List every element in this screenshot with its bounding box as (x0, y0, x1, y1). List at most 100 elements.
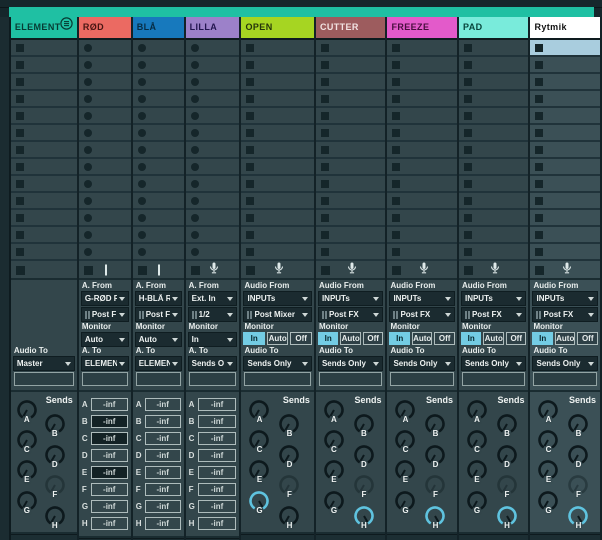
audio-from-dropdown[interactable]: G-RØD R (81, 291, 129, 306)
clip-stop-button[interactable] (464, 197, 472, 205)
send-amount-field[interactable]: -inf (145, 500, 181, 513)
input-channel-dropdown[interactable]: Post FX (318, 307, 384, 322)
send-knob-f[interactable]: F (277, 473, 301, 497)
clip-stop-button[interactable] (392, 197, 400, 205)
send-knob-b[interactable]: B (423, 412, 447, 436)
clip-slot[interactable] (186, 57, 240, 74)
clip-slot[interactable] (79, 57, 131, 74)
send-amount-field[interactable]: -inf (91, 500, 128, 513)
monitor-auto-button[interactable]: Auto (267, 332, 288, 345)
clip-stop-button[interactable] (246, 248, 254, 256)
clip-slot[interactable] (530, 244, 600, 261)
stop-all-clips-button[interactable] (84, 266, 93, 275)
audio-to-dropdown[interactable]: Sends Only (532, 356, 598, 371)
clip-slot[interactable] (133, 142, 184, 159)
send-amount-field[interactable]: -inf (145, 483, 181, 496)
track-header-rød[interactable]: RØD (79, 17, 131, 40)
clip-stop-button[interactable] (535, 112, 543, 120)
clip-slot[interactable] (186, 91, 240, 108)
clip-slot[interactable] (133, 74, 184, 91)
audio-to-dropdown[interactable]: Sends Only (243, 356, 311, 371)
clip-slot[interactable] (316, 159, 386, 176)
clip-record-button[interactable] (191, 231, 199, 239)
send-amount-field[interactable]: -inf (198, 432, 237, 445)
clip-slot[interactable] (11, 244, 77, 261)
clip-stop-button[interactable] (246, 112, 254, 120)
clip-stop-button[interactable] (464, 163, 472, 171)
send-knob-e[interactable]: E (15, 458, 39, 482)
clip-stop-button[interactable] (321, 197, 329, 205)
clip-record-button[interactable] (84, 61, 92, 69)
clip-slot[interactable] (241, 244, 313, 261)
track-header-blå[interactable]: BLÅ (133, 17, 184, 40)
audio-from-dropdown[interactable]: INPUTs (461, 291, 527, 306)
track-delay-field[interactable] (136, 372, 181, 386)
clip-slot[interactable] (316, 125, 386, 142)
clip-slot[interactable] (387, 193, 457, 210)
clip-record-button[interactable] (191, 163, 199, 171)
send-knob-a[interactable]: A (247, 398, 271, 422)
clip-record-button[interactable] (138, 146, 146, 154)
clip-slot[interactable] (459, 159, 529, 176)
input-channel-dropdown[interactable]: Post FX (532, 307, 598, 322)
clip-stop-button[interactable] (246, 180, 254, 188)
clip-slot[interactable] (530, 74, 600, 91)
clip-slot[interactable] (133, 91, 184, 108)
clip-stop-button[interactable] (464, 231, 472, 239)
send-knob-b[interactable]: B (277, 412, 301, 436)
clip-slot[interactable] (459, 210, 529, 227)
clip-slot[interactable] (241, 91, 313, 108)
send-knob-h[interactable]: H (277, 504, 301, 528)
clip-slot[interactable] (241, 125, 313, 142)
send-knob-c[interactable]: C (536, 428, 560, 452)
clip-slot[interactable] (79, 40, 131, 57)
clip-slot[interactable] (387, 74, 457, 91)
clip-slot[interactable] (387, 210, 457, 227)
send-amount-field[interactable]: -inf (198, 449, 237, 462)
clip-stop-button[interactable] (392, 129, 400, 137)
send-knob-e[interactable]: E (247, 458, 271, 482)
monitor-dropdown[interactable]: Auto (81, 332, 129, 347)
clip-record-button[interactable] (84, 44, 92, 52)
send-amount-field[interactable]: -inf (198, 500, 237, 513)
clip-slot[interactable] (387, 244, 457, 261)
clip-slot[interactable] (186, 227, 240, 244)
clip-slot[interactable] (133, 210, 184, 227)
clip-slot[interactable] (186, 244, 240, 261)
audio-to-dropdown[interactable]: Sends Only (389, 356, 455, 371)
clip-slot[interactable] (530, 91, 600, 108)
send-knob-g[interactable]: G (536, 489, 560, 513)
clip-stop-button[interactable] (464, 112, 472, 120)
stop-all-clips-button[interactable] (392, 266, 401, 275)
send-knob-g[interactable]: G (15, 489, 39, 513)
input-channel-dropdown[interactable]: Post Mixer (243, 307, 311, 322)
clip-slot[interactable] (79, 244, 131, 261)
clip-record-button[interactable] (84, 78, 92, 86)
clip-slot[interactable] (459, 40, 529, 57)
clip-stop-button[interactable] (392, 44, 400, 52)
clip-stop-button[interactable] (535, 248, 543, 256)
clip-stop-button[interactable] (246, 61, 254, 69)
stop-all-clips-button[interactable] (321, 266, 330, 275)
stop-all-clips-button[interactable] (191, 266, 200, 275)
clip-slot[interactable] (316, 210, 386, 227)
send-amount-field[interactable]: -inf (91, 483, 128, 496)
clip-slot[interactable] (387, 91, 457, 108)
clip-stop-button[interactable] (321, 78, 329, 86)
track-delay-field[interactable] (244, 372, 310, 386)
clip-slot[interactable] (133, 227, 184, 244)
clip-slot[interactable] (241, 176, 313, 193)
audio-to-dropdown[interactable]: Sends Only (461, 356, 527, 371)
clip-stop-button[interactable] (392, 112, 400, 120)
clip-stop-button[interactable] (246, 214, 254, 222)
clip-slot[interactable] (133, 108, 184, 125)
send-knob-a[interactable]: A (465, 398, 489, 422)
send-knob-a[interactable]: A (536, 398, 560, 422)
monitor-auto-button[interactable]: Auto (483, 332, 504, 345)
clip-slot[interactable] (387, 40, 457, 57)
send-amount-field[interactable]: -inf (198, 466, 237, 479)
clip-slot[interactable] (11, 227, 77, 244)
clip-slot[interactable] (241, 57, 313, 74)
monitor-off-button[interactable]: Off (290, 332, 311, 345)
stop-all-clips-button[interactable] (138, 266, 147, 275)
